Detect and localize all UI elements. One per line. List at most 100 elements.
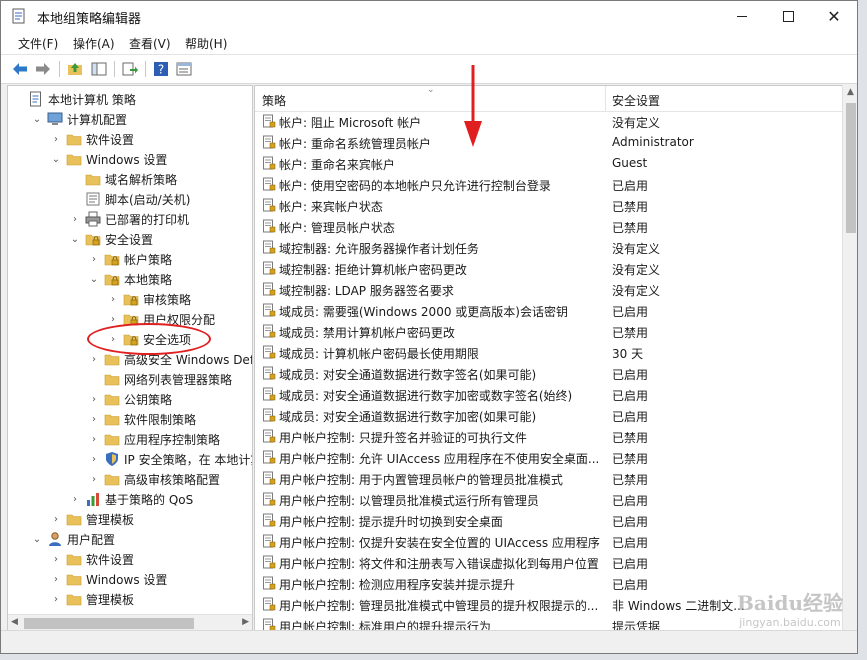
column-header-security-setting[interactable]: 安全设置 [612,92,660,109]
policy-row[interactable]: 用户帐户控制: 将文件和注册表写入错误虚拟化到每用户位置 已启用 [255,552,843,573]
policy-row[interactable]: 域成员: 禁用计算机帐户密码更改 已禁用 [255,321,843,342]
tree-item[interactable]: ⌄ Windows 设置 [50,149,168,169]
policy-row[interactable]: 帐户: 管理员帐户状态 已禁用 [255,216,843,237]
expand-chevron-icon[interactable]: › [107,314,119,325]
tree-item[interactable]: › 审核策略 [107,289,191,309]
close-button[interactable]: ✕ [811,1,857,32]
policy-row[interactable]: 域成员: 需要强(Windows 2000 或更高版本)会话密钥 已启用 [255,300,843,321]
minimize-button[interactable] [719,1,765,32]
maximize-button[interactable] [765,1,811,32]
collapse-chevron-icon[interactable]: ⌄ [50,154,62,165]
expand-chevron-icon[interactable]: › [88,414,100,425]
policy-row[interactable]: 用户帐户控制: 只提升签名并验证的可执行文件 已禁用 [255,426,843,447]
tree-item[interactable]: 域名解析策略 [69,169,177,189]
menu-view[interactable]: 查看(V) [129,35,171,52]
policy-row[interactable]: 域控制器: 拒绝计算机帐户密码更改 没有定义 [255,258,843,279]
expand-chevron-icon[interactable]: › [69,214,81,225]
list-vertical-scrollbar[interactable]: ▲ [842,85,857,631]
expand-chevron-icon[interactable]: › [88,474,100,485]
scrollbar-thumb[interactable] [24,618,194,629]
export-list-button[interactable] [120,59,140,79]
show-hide-tree-button[interactable] [89,59,109,79]
tree-item[interactable]: › 基于策略的 QoS [69,489,193,509]
expand-chevron-icon[interactable]: › [69,494,81,505]
tree-item[interactable]: › 软件设置 [50,129,134,149]
collapse-chevron-icon[interactable]: ⌄ [69,234,81,245]
watermark: Baidu经验 jingyan.baidu.com [737,587,843,629]
toolbar: ? [1,55,857,84]
tree-item[interactable]: 网络列表管理器策略 [88,369,232,389]
tree-item[interactable]: › 公钥策略 [88,389,172,409]
tree-item[interactable]: ⌄ 计算机配置 [31,109,127,129]
scroll-up-icon[interactable]: ▲ [847,87,854,97]
policy-row[interactable]: 域成员: 对安全通道数据进行数字加密(如果可能) 已启用 [255,405,843,426]
column-header-policy[interactable]: 策略 [262,92,286,109]
expand-chevron-icon[interactable]: › [50,574,62,585]
policy-row[interactable]: 帐户: 重命名系统管理员帐户 Administrator [255,132,843,153]
tree-item[interactable]: ⌄ 安全设置 [69,229,153,249]
menu-file[interactable]: 文件(F) [18,35,58,52]
expand-chevron-icon[interactable]: › [50,594,62,605]
tree-item[interactable]: › 管理模板 [50,589,134,609]
policy-row[interactable]: 帐户: 使用空密码的本地帐户只允许进行控制台登录 已启用 [255,174,843,195]
title-bar[interactable]: 本地组策略编辑器 ✕ [1,1,857,32]
tree-item[interactable]: › 软件设置 [50,549,134,569]
help-button[interactable]: ? [151,59,171,79]
tree-item[interactable]: ⌄ 用户配置 [31,529,115,549]
tree-item[interactable]: 本地计算机 策略 [12,89,136,109]
policy-row[interactable]: 域成员: 对安全通道数据进行数字加密或数字签名(始终) 已启用 [255,384,843,405]
scroll-left-icon[interactable]: ◀ [11,617,18,627]
scrollbar-thumb[interactable] [846,103,856,233]
expand-chevron-icon[interactable]: › [88,254,100,265]
up-level-button[interactable] [65,59,85,79]
sort-indicator-icon: ⌄ [427,85,435,95]
policy-row[interactable]: 用户帐户控制: 用于内置管理员帐户的管理员批准模式 已禁用 [255,468,843,489]
collapse-chevron-icon[interactable]: ⌄ [31,114,43,125]
tree-item[interactable]: › 高级审核策略配置 [88,469,220,489]
policy-setting-icon [262,219,276,233]
policy-name: 域成员: 需要强(Windows 2000 或更高版本)会话密钥 [279,305,568,319]
properties-button[interactable] [174,59,194,79]
back-button[interactable] [10,59,30,79]
tree-item[interactable]: › 已部署的打印机 [69,209,189,229]
expand-chevron-icon[interactable]: › [88,434,100,445]
scroll-right-icon[interactable]: ▶ [242,617,249,627]
tree-item[interactable]: › 帐户策略 [88,249,172,269]
collapse-chevron-icon[interactable]: ⌄ [88,274,100,285]
tree-item[interactable]: › Windows 设置 [50,569,167,589]
tree-item[interactable]: › 软件限制策略 [88,409,196,429]
forward-button[interactable] [33,59,53,79]
tree-item[interactable]: 脚本(启动/关机) [69,189,190,209]
policy-name: 用户帐户控制: 允许 UIAccess 应用程序在不使用安全桌面... [279,452,600,466]
console-tree-pane[interactable]: ◀ ▶ 本地计算机 策略 ⌄ 计算机配置 › 软件设置 ⌄ Windows 设置 域名解析策略… [7,85,253,633]
expand-chevron-icon[interactable]: › [107,294,119,305]
expand-chevron-icon[interactable]: › [88,394,100,405]
tree-item[interactable]: › 管理模板 [50,509,134,529]
expand-chevron-icon[interactable]: › [88,454,100,465]
tree-item[interactable]: ⌄ 本地策略 [88,269,172,289]
expand-chevron-icon[interactable]: › [50,554,62,565]
policy-name: 用户帐户控制: 检测应用程序安装并提示提升 [279,578,515,592]
policy-row[interactable]: 域成员: 对安全通道数据进行数字签名(如果可能) 已启用 [255,363,843,384]
column-divider[interactable] [605,86,606,111]
policy-row[interactable]: 帐户: 重命名来宾帐户 Guest [255,153,843,174]
policy-row[interactable]: 用户帐户控制: 允许 UIAccess 应用程序在不使用安全桌面... 已禁用 [255,447,843,468]
policy-list-pane[interactable]: 策略 ⌄ 安全设置 帐户: 阻止 Microsoft 帐户 没有定义 帐户: 重命名… [254,85,844,633]
policy-row[interactable]: 用户帐户控制: 提示提升时切换到安全桌面 已启用 [255,510,843,531]
expand-chevron-icon[interactable]: › [50,514,62,525]
policy-row[interactable]: 用户帐户控制: 以管理员批准模式运行所有管理员 已启用 [255,489,843,510]
policy-row[interactable]: 帐户: 阻止 Microsoft 帐户 没有定义 [255,111,843,132]
collapse-chevron-icon[interactable]: ⌄ [31,534,43,545]
policy-row[interactable]: 帐户: 来宾帐户状态 已禁用 [255,195,843,216]
expand-chevron-icon[interactable]: › [50,134,62,145]
tree-item[interactable]: › IP 安全策略，在 本地计算 [88,449,252,469]
expand-chevron-icon[interactable]: › [88,354,100,365]
policy-row[interactable]: 域控制器: LDAP 服务器签名要求 没有定义 [255,279,843,300]
menu-action[interactable]: 操作(A) [73,35,115,52]
policy-security-setting: 已禁用 [612,431,649,445]
tree-item[interactable]: › 应用程序控制策略 [88,429,220,449]
policy-row[interactable]: 域成员: 计算机帐户密码最长使用期限 30 天 [255,342,843,363]
policy-row[interactable]: 域控制器: 允许服务器操作者计划任务 没有定义 [255,237,843,258]
menu-help[interactable]: 帮助(H) [185,35,227,52]
policy-row[interactable]: 用户帐户控制: 仅提升安装在安全位置的 UIAccess 应用程序 已启用 [255,531,843,552]
